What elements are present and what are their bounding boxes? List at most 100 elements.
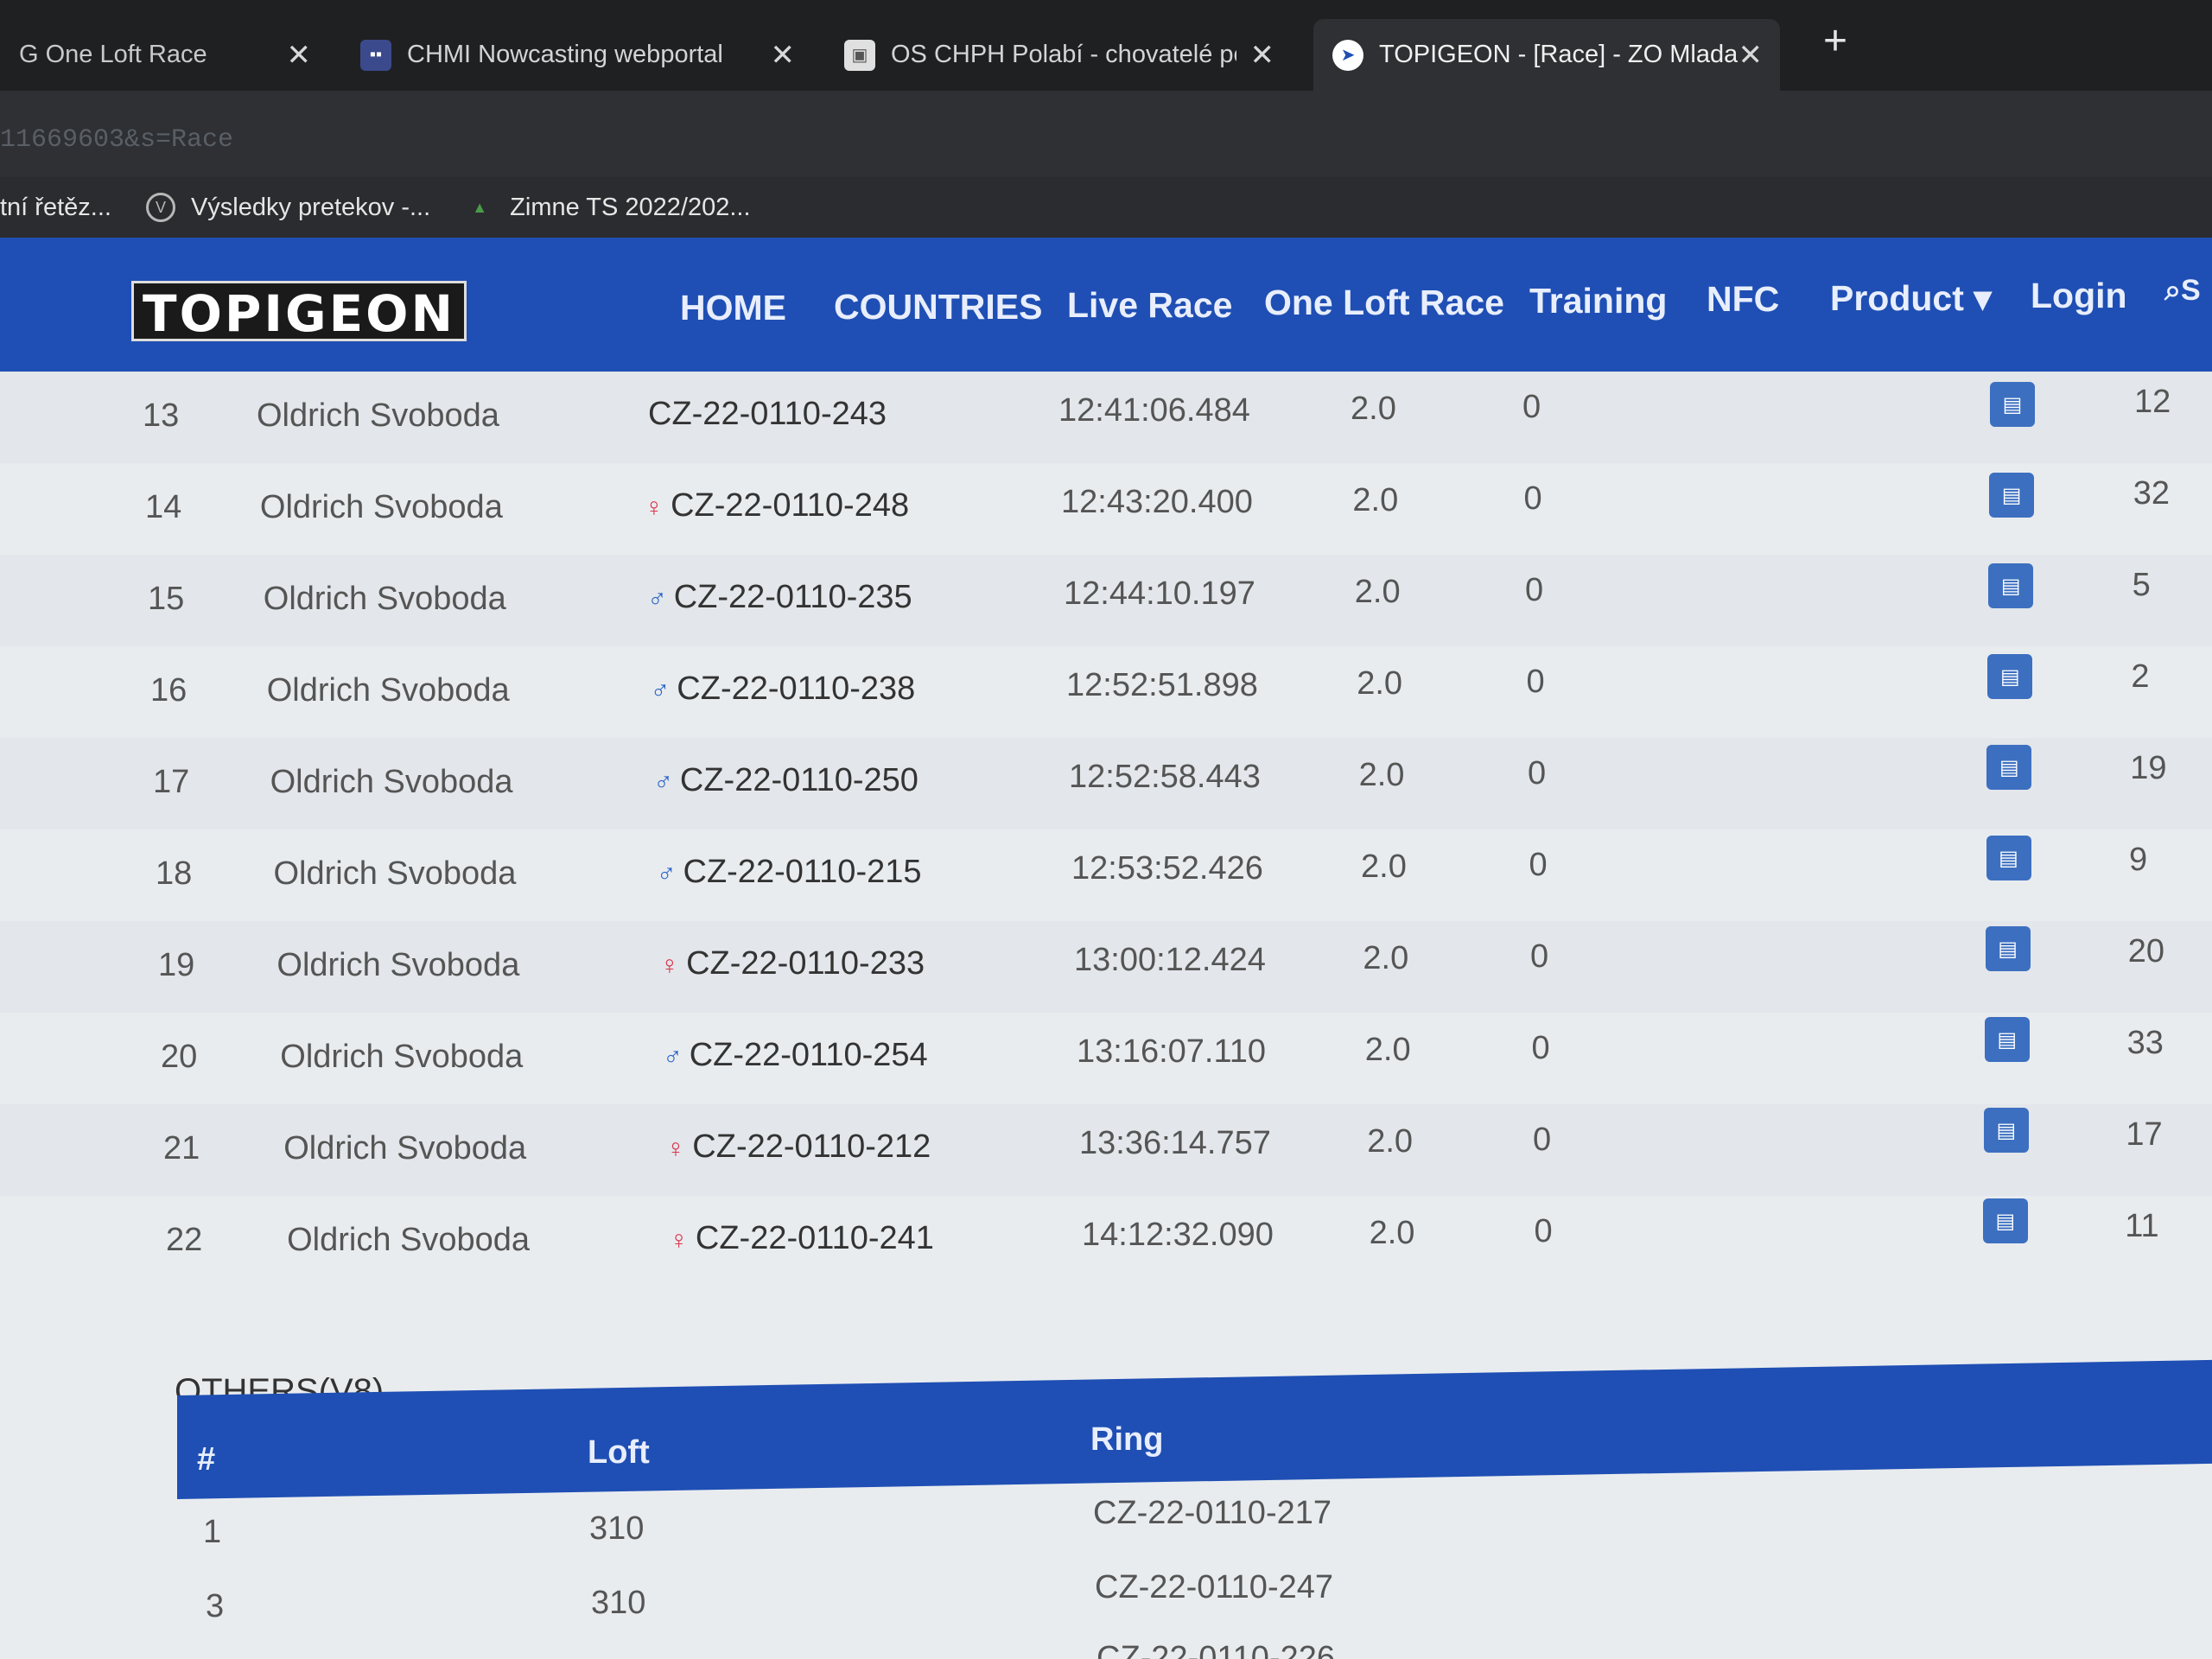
male-icon: ♂ [653,768,673,797]
map-button[interactable]: ▤ [1985,926,2031,971]
map-button[interactable]: ▤ [1983,1108,2029,1153]
ring-cell: ♀ CZ-22-0110-233 [660,945,925,982]
table-row: 22 Oldrich Svoboda ♀ CZ-22-0110-241 14:12:32… [0,1196,2212,1287]
arrival-time-cell: 13:36:14.757 [1079,1125,1271,1161]
topigeon-logo[interactable]: TOPIGEON [131,281,467,343]
arrival-time-cell: 12:52:51.898 [1066,667,1258,703]
nav-nfc[interactable]: NFC [1707,279,1779,320]
coefficient-cell: 2.0 [1361,849,1407,885]
position-cell: 16 [150,672,188,709]
arrival-time-cell: 12:44:10.197 [1064,575,1255,612]
points-cell: 0 [1528,755,1547,791]
index-cell: 9 [2129,842,2148,878]
ring-number[interactable]: CZ-22-0110-250 [680,762,918,798]
position-cell: 22 [166,1222,203,1258]
table-row: 14 Oldrich Svoboda ♀ CZ-22-0110-248 12:43:20… [0,463,2212,555]
close-icon[interactable]: ✕ [1738,38,1764,73]
position-cell: 17 [153,764,190,800]
map-icon: ▤ [1996,1118,2017,1142]
map-button[interactable]: ▤ [1990,382,2035,427]
nav-home[interactable]: HOME [680,288,786,328]
others-num: 3 [206,1588,225,1624]
points-cell: 0 [1526,664,1545,700]
position-cell: 14 [145,489,182,525]
nav-training[interactable]: Training [1529,281,1667,321]
search-label: S [2181,274,2201,307]
others-table-header [177,1359,2212,1499]
table-row: 21 Oldrich Svoboda ♀ CZ-22-0110-212 13:36:14… [0,1104,2212,1196]
bookmark-item[interactable]: ▲ Zimne TS 2022/202... [465,193,750,222]
map-button[interactable]: ▤ [1986,836,2031,880]
tab-chmi[interactable]: ▪▪ CHMI Nowcasting webportal ✕ [341,19,812,91]
ring-number[interactable]: CZ-22-0110-233 [686,945,925,982]
table-row: 13 Oldrich Svoboda CZ-22-0110-243 12:41:06.… [0,372,2212,463]
ring-number[interactable]: CZ-22-0110-243 [648,396,887,432]
map-button[interactable]: ▤ [1984,1017,2030,1062]
tab-one-loft-race[interactable]: G One Loft Race ✕ [0,19,328,91]
ring-number[interactable]: CZ-22-0110-212 [692,1128,931,1165]
position-cell: 20 [161,1039,198,1075]
others-num: 1 [203,1514,222,1550]
url-text[interactable]: 11669603&s=Race [0,125,233,155]
points-cell: 0 [1529,847,1548,883]
bookmark-label: tní řetěz... [0,193,111,221]
map-button[interactable]: ▤ [1989,473,2035,518]
bookmark-label: Výsledky pretekov -... [190,193,431,221]
tab-os-chph[interactable]: ▣ OS CHPH Polabí - chovatelé po ✕ [825,19,1292,91]
map-icon: ▤ [2000,574,2021,598]
map-button[interactable]: ▤ [1982,1198,2028,1243]
nav-login[interactable]: Login [2031,276,2127,316]
others-ring: CZ-22-0110-226 [1096,1640,1336,1659]
fancier-name-cell: Oldrich Svoboda [273,855,517,892]
browser-tab-bar: G One Loft Race ✕ ▪▪ CHMI Nowcasting web… [0,0,2212,91]
ring-number[interactable]: CZ-22-0110-254 [690,1037,928,1073]
nav-one-loft-race[interactable]: One Loft Race [1264,283,1504,323]
ring-number[interactable]: CZ-22-0110-241 [696,1220,934,1256]
ring-number[interactable]: CZ-22-0110-238 [677,671,915,707]
ring-cell: ♂ CZ-22-0110-250 [653,762,918,799]
close-icon[interactable]: ✕ [287,38,312,73]
nav-live-race[interactable]: Live Race [1067,285,1232,326]
male-icon: ♂ [647,585,667,613]
coefficient-cell: 2.0 [1354,574,1401,610]
bookmarks-bar: tní řetěz... V Výsledky pretekov -... ▲ … [0,177,2212,238]
close-icon[interactable]: ✕ [1250,38,1275,73]
coefficient-cell: 2.0 [1352,482,1399,518]
bookmark-item[interactable]: V Výsledky pretekov -... [145,193,431,222]
fancier-name-cell: Oldrich Svoboda [276,947,520,983]
nav-product-dropdown[interactable]: Product ▾ [1830,277,1992,319]
ring-cell: ♂ CZ-22-0110-215 [657,854,922,891]
points-cell: 0 [1534,1213,1553,1249]
address-bar[interactable] [0,91,2212,186]
arrival-time-cell: 12:43:20.400 [1061,484,1253,520]
ring-cell: ♂ CZ-22-0110-254 [663,1037,928,1074]
points-cell: 0 [1522,389,1541,425]
bookmark-item[interactable]: tní řetěz... [0,194,111,222]
points-cell: 0 [1523,480,1542,517]
ring-number[interactable]: CZ-22-0110-248 [671,487,909,524]
male-icon: ♂ [663,1043,683,1071]
female-icon: ♀ [644,493,664,522]
close-icon[interactable]: ✕ [771,38,796,73]
arrival-time-cell: 14:12:32.090 [1082,1217,1274,1253]
male-icon: ♂ [657,860,677,888]
arrival-time-cell: 12:52:58.443 [1069,759,1261,795]
position-cell: 15 [148,581,185,617]
ring-cell: ♀ CZ-22-0110-248 [645,487,910,524]
tab-title: OS CHPH Polabí - chovatelé po [891,41,1236,68]
table-row: 17 Oldrich Svoboda ♂ CZ-22-0110-250 12:52:58… [0,738,2212,830]
ring-cell: ♀ CZ-22-0110-241 [669,1220,934,1257]
ring-number[interactable]: CZ-22-0110-235 [674,579,912,615]
search-button[interactable]: ⌕S [2164,274,2201,308]
new-tab-button[interactable]: + [1823,17,1847,65]
map-button[interactable]: ▤ [1986,745,2032,790]
chmi-favicon-icon: ▪▪ [360,39,391,71]
nav-countries[interactable]: COUNTRIES [834,287,1042,327]
map-button[interactable]: ▤ [1988,563,2034,608]
ring-number[interactable]: CZ-22-0110-215 [683,854,922,890]
points-cell: 0 [1525,572,1544,608]
tab-topigeon[interactable]: ➤ TOPIGEON - [Race] - ZO Mlada ✕ [1313,19,1780,91]
ring-cell: ♂ CZ-22-0110-235 [647,579,912,616]
table-row: 20 Oldrich Svoboda ♂ CZ-22-0110-254 13:16:07… [0,1013,2212,1104]
map-button[interactable]: ▤ [1987,654,2033,699]
